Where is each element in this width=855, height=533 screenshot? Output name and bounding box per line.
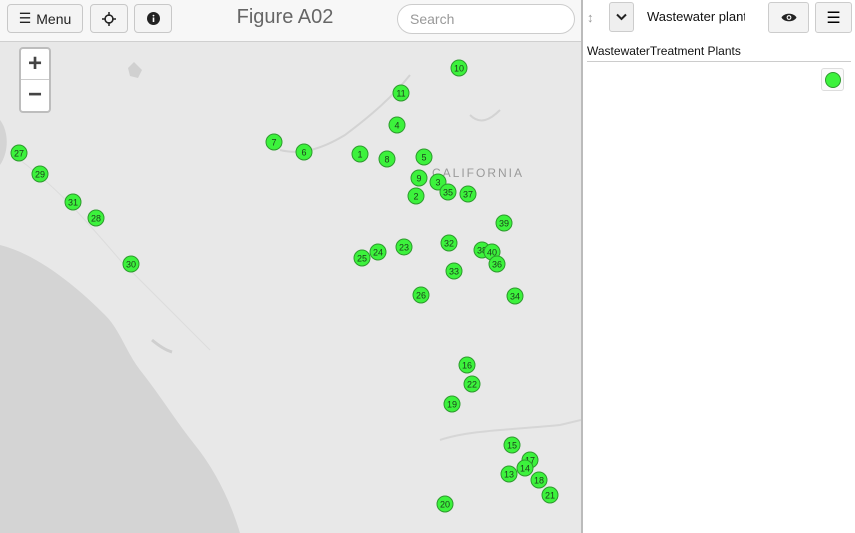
map-marker-36[interactable]: 36: [488, 255, 506, 273]
map-marker-8[interactable]: 8: [378, 150, 396, 168]
map-marker-32[interactable]: 32: [440, 234, 458, 252]
map-marker-18[interactable]: 18: [530, 471, 548, 489]
map-marker-13[interactable]: 13: [500, 465, 518, 483]
zoom-out-button[interactable]: −: [21, 80, 49, 110]
map-marker-39[interactable]: 39: [495, 214, 513, 232]
zoom-in-button[interactable]: +: [21, 49, 49, 80]
map-marker-6[interactable]: 6: [295, 143, 313, 161]
map-marker-2[interactable]: 2: [407, 187, 425, 205]
map-marker-21[interactable]: 21: [541, 486, 559, 504]
map-marker-4[interactable]: 4: [388, 116, 406, 134]
map-marker-11[interactable]: 11: [392, 84, 410, 102]
layer-header: ↕ Wastewater plants ☰: [583, 0, 855, 38]
map-marker-25[interactable]: 25: [353, 249, 371, 267]
map-marker-10[interactable]: 10: [450, 59, 468, 77]
map-marker-29[interactable]: 29: [31, 165, 49, 183]
info-button[interactable]: [134, 4, 172, 33]
map-marker-20[interactable]: 20: [436, 495, 454, 513]
layer-name[interactable]: Wastewater plants: [647, 9, 745, 24]
divider: [587, 61, 851, 62]
toolbar: ☰ Menu Figure A02: [0, 0, 581, 42]
map-marker-34[interactable]: 34: [506, 287, 524, 305]
zoom-control: + −: [19, 47, 51, 113]
crosshair-icon: [102, 11, 116, 26]
map-marker-22[interactable]: 22: [463, 375, 481, 393]
map-marker-37[interactable]: 37: [459, 185, 477, 203]
chevron-down-icon: [616, 13, 627, 21]
map-marker-33[interactable]: 33: [445, 262, 463, 280]
map-marker-30[interactable]: 30: [122, 255, 140, 273]
map-marker-24[interactable]: 24: [369, 243, 387, 261]
map-marker-26[interactable]: 26: [412, 286, 430, 304]
map-marker-27[interactable]: 27: [10, 144, 28, 162]
map-marker-9[interactable]: 9: [410, 169, 428, 187]
map-marker-1[interactable]: 1: [351, 145, 369, 163]
map-marker-35[interactable]: 35: [439, 183, 457, 201]
hamburger-icon: ☰: [18, 10, 32, 26]
legend-title: WastewaterTreatment Plants: [587, 44, 741, 58]
map-view[interactable]: CALIFORNIA + − 10 11 4 7 6 1 8 5 9 3 35 37 2 27 29 31 28…: [0, 0, 581, 533]
map-marker-31[interactable]: 31: [64, 193, 82, 211]
menu-label: Menu: [36, 10, 72, 27]
map-marker-14[interactable]: 14: [516, 459, 534, 477]
map-marker-28[interactable]: 28: [87, 209, 105, 227]
map-marker-19[interactable]: 19: [443, 395, 461, 413]
map-marker-23[interactable]: 23: [395, 238, 413, 256]
list-icon: ☰: [826, 9, 841, 27]
map-marker-15[interactable]: 15: [503, 436, 521, 454]
layer-options-button[interactable]: ☰: [815, 2, 852, 33]
drag-handle-icon[interactable]: ↕: [587, 10, 594, 25]
legend-dot: [824, 71, 841, 88]
layer-panel: ↕ Wastewater plants ☰ WastewaterTreatmen…: [583, 0, 855, 533]
locate-button[interactable]: [90, 4, 128, 33]
search-input[interactable]: [397, 4, 575, 34]
legend-symbol: [821, 68, 844, 91]
menu-button[interactable]: ☰ Menu: [7, 4, 83, 33]
map-marker-7[interactable]: 7: [265, 133, 283, 151]
map-marker-16[interactable]: 16: [458, 356, 476, 374]
info-icon: [146, 12, 160, 25]
layer-dropdown-button[interactable]: [609, 2, 634, 32]
page-title: Figure A02: [236, 6, 334, 28]
visibility-button[interactable]: [768, 2, 809, 33]
eye-icon: [781, 13, 796, 22]
map-marker-5[interactable]: 5: [415, 148, 433, 166]
